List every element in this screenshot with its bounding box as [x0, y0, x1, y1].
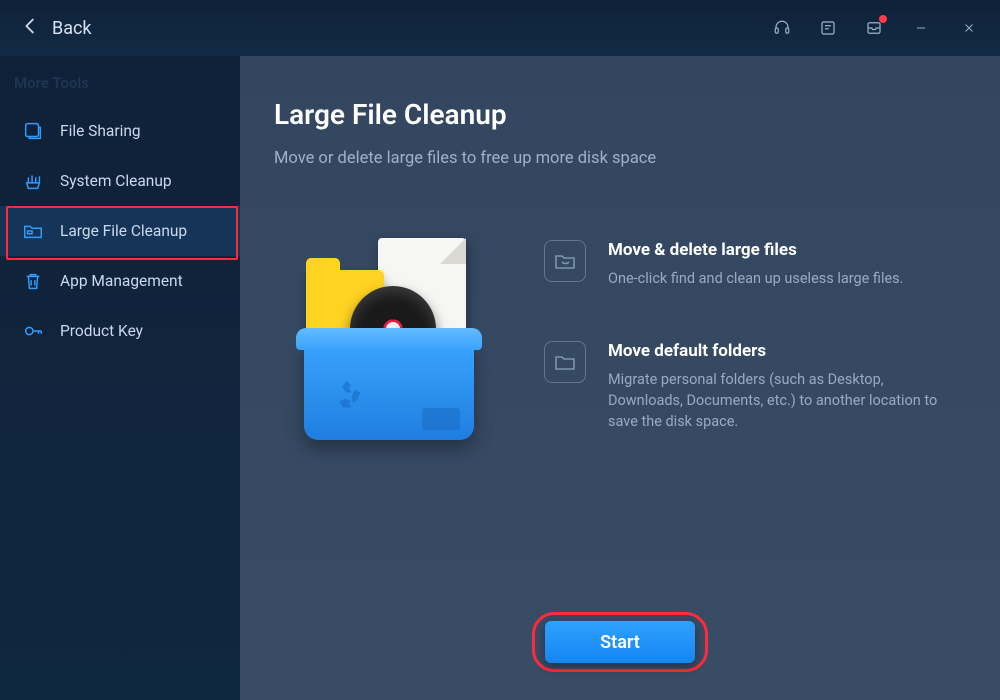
- feature-desc: Migrate personal folders (such as Deskto…: [608, 369, 938, 432]
- sidebar-item-label: Product Key: [60, 322, 143, 340]
- support-icon[interactable]: [772, 18, 792, 38]
- feature-desc: One-click find and clean up useless larg…: [608, 268, 904, 289]
- sweep-folder-icon: [544, 240, 586, 282]
- feature-move-delete: Move & delete large files One-click find…: [544, 240, 952, 289]
- notification-dot-icon: [879, 15, 887, 23]
- sidebar-item-label: File Sharing: [60, 122, 141, 140]
- titlebar-actions: [772, 17, 980, 39]
- back-label: Back: [52, 18, 92, 39]
- sidebar-item-label: System Cleanup: [60, 172, 172, 190]
- back-button[interactable]: Back: [20, 15, 92, 41]
- sidebar-item-app-management[interactable]: App Management: [0, 256, 240, 306]
- sidebar-section-label: More Tools: [0, 68, 240, 106]
- cleanup-illustration: [284, 234, 504, 444]
- titlebar: Back: [0, 0, 1000, 56]
- recycle-symbol-icon: [332, 376, 368, 412]
- notes-icon[interactable]: [818, 18, 838, 38]
- start-button[interactable]: Start: [545, 621, 695, 663]
- minimize-button[interactable]: [910, 17, 932, 39]
- close-button[interactable]: [958, 17, 980, 39]
- trash-icon: [22, 270, 44, 292]
- sidebar-item-product-key[interactable]: Product Key: [0, 306, 240, 356]
- folder-icon: [544, 341, 586, 383]
- key-icon: [22, 320, 44, 342]
- start-highlight-annotation: Start: [532, 612, 708, 672]
- feature-area: Move & delete large files One-click find…: [274, 234, 952, 444]
- page-subtitle: Move or delete large files to free up mo…: [274, 149, 952, 168]
- feature-move-folders: Move default folders Migrate personal fo…: [544, 341, 952, 432]
- sidebar-item-file-sharing[interactable]: File Sharing: [0, 106, 240, 156]
- app-window: Back More Tools: [0, 0, 1000, 700]
- sidebar-item-label: App Management: [60, 272, 183, 290]
- broom-icon: [22, 170, 44, 192]
- feature-list: Move & delete large files One-click find…: [544, 234, 952, 444]
- feature-title: Move & delete large files: [608, 240, 904, 260]
- start-area: Start: [240, 612, 1000, 672]
- main-panel: Large File Cleanup Move or delete large …: [240, 56, 1000, 700]
- back-arrow-icon: [20, 15, 42, 41]
- sidebar-item-large-file-cleanup[interactable]: Large File Cleanup: [0, 206, 240, 256]
- page-title: Large File Cleanup: [274, 98, 952, 131]
- folder-size-icon: [22, 220, 44, 242]
- body: More Tools File Sharing System Cleanup L…: [0, 56, 1000, 700]
- feature-title: Move default folders: [608, 341, 938, 361]
- sidebar: More Tools File Sharing System Cleanup L…: [0, 56, 240, 700]
- sidebar-item-label: Large File Cleanup: [60, 222, 187, 240]
- inbox-icon[interactable]: [864, 18, 884, 38]
- sidebar-item-system-cleanup[interactable]: System Cleanup: [0, 156, 240, 206]
- bin-label-icon: [422, 408, 460, 430]
- share-icon: [22, 120, 44, 142]
- recycle-bin-icon: [304, 340, 474, 440]
